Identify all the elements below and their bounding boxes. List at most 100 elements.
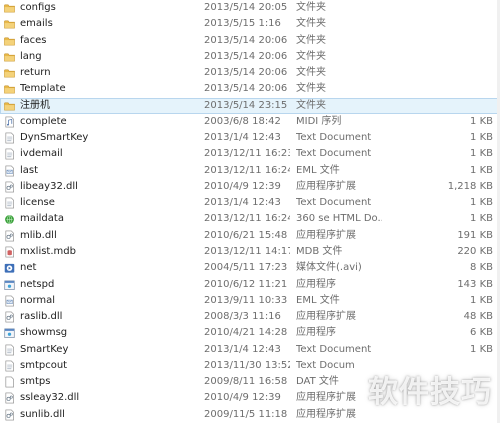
file-modified-date: 2013/1/4 12:43: [204, 197, 281, 209]
exe-file-icon: [4, 327, 15, 339]
file-modified-date: 2008/3/3 11:16: [204, 311, 281, 323]
file-row[interactable]: Template 2013/5/14 20:06 文件夹: [0, 81, 500, 97]
file-row[interactable]: normal 2013/9/11 10:33 EML 文件 1 KB: [0, 293, 500, 309]
file-name: emails: [20, 18, 53, 30]
file-size: 48 KB: [463, 311, 493, 323]
file-size: 1 KB: [470, 148, 493, 160]
file-type: 应用程序扩展: [296, 311, 356, 323]
file-modified-date: 2013/1/4 12:43: [204, 343, 281, 355]
file-type: EML 文件: [296, 164, 340, 176]
file-type: 文件夹: [296, 34, 326, 46]
file-type: 应用程序: [296, 278, 336, 290]
file-size: 191 KB: [457, 229, 493, 241]
folder-icon: [4, 18, 15, 30]
file-modified-date: 2013/12/11 14:17: [204, 245, 290, 257]
file-row[interactable]: lang 2013/5/14 20:06 文件夹: [0, 49, 500, 65]
file-modified-date: 2010/6/12 11:21: [204, 278, 288, 290]
folder-icon: [4, 2, 15, 14]
file-row[interactable]: mlib.dll 2010/6/21 15:48 应用程序扩展 191 KB: [0, 228, 500, 244]
file-size: 143 KB: [457, 278, 493, 290]
file-modified-date: 2010/4/9 12:39: [204, 392, 281, 404]
file-modified-date: 2013/5/15 1:16: [204, 18, 281, 30]
dll-file-icon: [4, 230, 15, 242]
file-size: 8 KB: [470, 262, 493, 274]
dll-file-icon: [4, 181, 15, 193]
file-modified-date: 2010/6/21 15:48: [204, 229, 288, 241]
folder-icon: [4, 51, 15, 63]
file-name: Template: [20, 83, 66, 95]
media-file-icon: [4, 262, 15, 274]
file-row[interactable]: DynSmartKey 2013/1/4 12:43 Text Document 1 …: [0, 130, 500, 146]
file-row[interactable]: raslib.dll 2008/3/3 11:16 应用程序扩展 48 KB: [0, 309, 500, 325]
file-row[interactable]: last 2013/12/11 16:24 EML 文件 1 KB: [0, 163, 500, 179]
folder-icon: [4, 100, 15, 112]
file-type: MDB 文件: [296, 245, 343, 257]
file-row[interactable]: libeay32.dll 2010/4/9 12:39 应用程序扩展 1,218 KB: [0, 179, 500, 195]
dat-file-icon: [4, 376, 15, 388]
file-row[interactable]: license 2013/1/4 12:43 Text Document 1 KB: [0, 195, 500, 211]
text-file-icon: [4, 148, 15, 160]
file-name: return: [20, 67, 51, 79]
file-name: mxlist.mdb: [20, 245, 76, 257]
file-row[interactable]: return 2013/5/14 20:06 文件夹: [0, 65, 500, 81]
file-row[interactable]: faces 2013/5/14 20:06 文件夹: [0, 33, 500, 49]
file-row[interactable]: emails 2013/5/15 1:16 文件夹: [0, 16, 500, 32]
file-type: 应用程序扩展: [296, 180, 356, 192]
file-row[interactable]: SmartKey 2013/1/4 12:43 Text Document 1 KB: [0, 342, 500, 358]
file-modified-date: 2010/4/9 12:39: [204, 180, 281, 192]
file-row[interactable]: net 2004/5/11 17:23 媒体文件(.avi) 8 KB: [0, 260, 500, 276]
file-name: complete: [20, 115, 67, 127]
file-modified-date: 2010/4/21 14:28: [204, 327, 288, 339]
file-name: last: [20, 164, 39, 176]
file-list: configs 2013/5/14 20:05 文件夹 emails 2013/5/15…: [0, 0, 500, 423]
file-type: 应用程序扩展: [296, 229, 356, 241]
file-type: Text Document: [296, 132, 372, 144]
file-modified-date: 2013/12/11 16:23: [204, 148, 290, 160]
file-modified-date: 2013/5/14 20:06: [204, 50, 288, 62]
file-modified-date: 2013/5/14 20:06: [204, 83, 288, 95]
file-row[interactable]: ivdemail 2013/12/11 16:23 Text Document 1 K…: [0, 146, 500, 162]
file-type: 360 se HTML Do...: [296, 213, 382, 225]
file-modified-date: 2013/9/11 10:33: [204, 294, 288, 306]
file-size: 1 KB: [470, 132, 493, 144]
text-file-icon: [4, 360, 15, 372]
file-row[interactable]: showmsg 2010/4/21 14:28 应用程序 6 KB: [0, 325, 500, 341]
file-name: showmsg: [20, 327, 68, 339]
file-type: 文件夹: [296, 18, 326, 30]
file-row[interactable]: 注册机 2013/5/14 23:15 文件夹: [0, 97, 500, 114]
file-name: lang: [20, 50, 42, 62]
file-size: 1 KB: [470, 115, 493, 127]
file-type: Text Document: [296, 197, 372, 209]
dll-file-icon: [4, 311, 15, 323]
file-row[interactable]: mxlist.mdb 2013/12/11 14:17 MDB 文件 220 KB: [0, 244, 500, 260]
file-modified-date: 2004/5/11 17:23: [204, 262, 288, 274]
file-type: 文件夹: [296, 50, 326, 62]
file-name: mlib.dll: [20, 229, 57, 241]
file-modified-date: 2009/8/11 16:58: [204, 376, 288, 388]
file-type: 文件夹: [296, 99, 326, 111]
file-name: faces: [20, 34, 47, 46]
file-type: 媒体文件(.avi): [296, 262, 362, 274]
watermark-text: 软件技巧: [368, 375, 492, 410]
file-row[interactable]: maildata 2013/12/11 16:24 360 se HTML Do..…: [0, 211, 500, 227]
file-name: 注册机: [20, 99, 50, 111]
file-name: smtpcout: [20, 359, 68, 371]
file-name: license: [20, 197, 55, 209]
eml-file-icon: [4, 295, 15, 307]
file-row[interactable]: complete 2003/6/8 18:42 MIDI 序列 1 KB: [0, 114, 500, 130]
file-name: raslib.dll: [20, 311, 63, 323]
file-name: normal: [20, 294, 56, 306]
file-row[interactable]: netspd 2010/6/12 11:21 应用程序 143 KB: [0, 277, 500, 293]
file-modified-date: 2013/5/14 20:06: [204, 67, 288, 79]
file-row[interactable]: configs 2013/5/14 20:05 文件夹: [0, 0, 500, 16]
file-size: 220 KB: [457, 245, 493, 257]
file-modified-date: 2003/6/8 18:42: [204, 115, 281, 127]
file-name: maildata: [20, 213, 64, 225]
file-name: DynSmartKey: [20, 132, 89, 144]
file-modified-date: 2013/1/4 12:43: [204, 132, 281, 144]
file-name: net: [20, 262, 37, 274]
file-name: libeay32.dll: [20, 180, 78, 192]
file-size: 1 KB: [470, 213, 493, 225]
file-name: SmartKey: [20, 343, 69, 355]
file-name: ivdemail: [20, 148, 63, 160]
